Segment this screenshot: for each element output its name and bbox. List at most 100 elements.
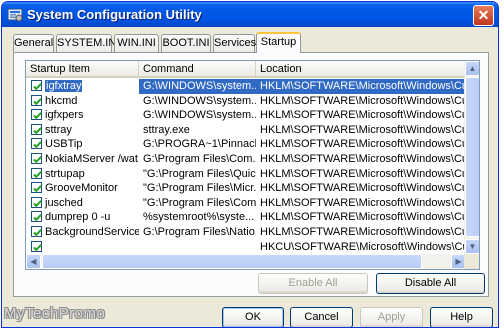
startup-item-name: strtupap [45,167,85,180]
checkmark-icon [33,97,42,105]
command-cell: "G:\Program Files\Micr... [143,182,256,195]
checkmark-icon [33,156,42,164]
checkmark-icon [33,243,42,251]
scrollbar-corner [464,254,479,269]
command-cell [139,240,256,255]
startup-item-checkbox[interactable] [31,182,42,194]
tab-startup[interactable]: Startup [256,32,301,53]
close-button[interactable]: ✕ [473,5,494,26]
scroll-up-button[interactable]: ▲ [465,61,479,76]
watermark: MyTechPromo [4,305,106,322]
tab-general[interactable]: General [13,34,54,52]
checkmark-icon [33,83,42,91]
tab-boot-ini[interactable]: BOOT.INI [161,34,211,52]
vertical-scroll-thumb[interactable] [465,77,479,237]
location-cell: HKLM\SOFTWARE\Microsoft\Windows\CurrentV… [260,182,466,195]
startup-item-cell: strtupap [26,167,139,182]
location-cell: HKCU\SOFTWARE\Microsoft\Windows\CurrentV… [260,240,466,253]
startup-item-checkbox[interactable] [31,138,42,150]
table-row[interactable]: GrooveMonitor "G:\Program Files\Micr... HK… [26,181,466,196]
startup-item-cell: dumprep 0 -u [26,210,139,225]
command-cell: sttray.exe [143,123,190,136]
location-cell: HKLM\SOFTWARE\Microsoft\Windows\CurrentV… [260,225,466,238]
location-cell: HKLM\SOFTWARE\Microsoft\Windows\CurrentV… [260,152,466,165]
startup-panel: Startup Item Command Location igfxtray G:… [13,52,489,297]
table-row[interactable]: NokiaMServer /wat... G:\Program Files\Com… [26,152,466,167]
startup-item-cell: igfxtray [26,79,139,94]
table-row[interactable]: strtupap "G:\Program Files\Quic... HKLM\SO… [26,167,466,182]
startup-item-name: USBTip [45,138,83,151]
command-cell: G:\WINDOWS\system... [139,79,256,94]
help-button[interactable]: Help [430,307,493,327]
cancel-button[interactable]: Cancel [290,307,353,327]
startup-item-checkbox[interactable] [31,240,42,252]
vertical-scrollbar[interactable]: ▲ ▼ [464,61,479,254]
startup-item-cell: jusched [26,196,139,211]
table-row[interactable]: sttray sttray.exe HKLM\SOFTWARE\Microsoft\… [26,123,466,138]
startup-item-name: jusched [45,196,83,209]
column-header-startup-item[interactable]: Startup Item [26,61,139,77]
startup-item-name: igfxtray [45,80,83,92]
startup-item-checkbox[interactable] [31,94,42,106]
enable-all-button[interactable]: Enable All [258,273,368,294]
startup-item-checkbox[interactable] [31,152,42,164]
table-row[interactable]: BackgroundService G:\Program Files\Natio.… [26,225,466,240]
column-header-command[interactable]: Command [139,61,256,77]
table-row[interactable]: USBTip G:\PROGRA~1\Pinnacl... HKLM\SOFTWAR… [26,137,466,152]
startup-item-name: sttray [45,123,72,136]
table-row[interactable]: jusched "G:\Program Files\Com... HKLM\SOFT… [26,196,466,211]
startup-item-cell: NokiaMServer /wat... [26,152,139,167]
checkmark-icon [33,126,42,135]
list-rows: igfxtray G:\WINDOWS\system... HKLM\SOFTWAR… [26,79,466,254]
startup-item-cell: hkcmd [26,94,139,109]
startup-item-checkbox[interactable] [31,80,42,91]
startup-item-cell [26,240,139,255]
command-cell: G:\Program Files\Com... [143,152,256,165]
table-row[interactable]: HKCU\SOFTWARE\Microsoft\Windows\CurrentV… [26,240,466,255]
location-cell: HKLM\SOFTWARE\Microsoft\Windows\CurrentV… [260,196,466,209]
command-cell: "G:\Program Files\Com... [143,196,256,209]
horizontal-scroll-thumb[interactable] [42,254,422,269]
list-header: Startup Item Command Location [26,61,479,78]
startup-item-cell: sttray [26,123,139,138]
scroll-down-button[interactable]: ▼ [465,239,479,254]
window-title: System Configuration Utility [27,7,202,22]
location-cell: HKLM\SOFTWARE\Microsoft\Windows\CurrentV… [260,211,466,224]
location-cell: HKLM\SOFTWARE\Microsoft\Windows\CurrentV… [260,109,466,122]
column-header-location[interactable]: Location [256,61,466,77]
scroll-left-button[interactable]: ◀ [26,254,41,269]
checkmark-icon [33,214,42,222]
table-row[interactable]: dumprep 0 -u %systemroot%\syste... HKLM\SO… [26,210,466,225]
startup-item-cell: igfxpers [26,108,139,123]
startup-item-checkbox[interactable] [31,109,42,121]
command-cell: "G:\Program Files\Quic... [143,167,256,180]
command-cell: G:\WINDOWS\system... [143,109,256,122]
tab-system-ini[interactable]: SYSTEM.INI [56,34,119,52]
table-row[interactable]: igfxpers G:\WINDOWS\system... HKLM\SOFTWAR… [26,108,466,123]
startup-item-name: hkcmd [45,94,78,107]
table-row[interactable]: igfxtray G:\WINDOWS\system... HKLM\SOFTWAR… [26,79,466,94]
startup-list[interactable]: Startup Item Command Location igfxtray G:… [25,60,480,270]
startup-item-checkbox[interactable] [31,211,42,223]
table-row[interactable]: hkcmd G:\WINDOWS\system... HKLM\SOFTWARE\M… [26,94,466,109]
ok-button[interactable]: OK [222,307,284,327]
apply-button[interactable]: Apply [360,307,423,327]
disable-all-button[interactable]: Disable All [376,273,485,294]
title-bar[interactable]: System Configuration Utility ✕ [2,2,498,27]
command-cell: %systemroot%\syste... [143,211,255,224]
horizontal-scrollbar[interactable]: ◀ ▶ [26,254,466,269]
location-cell: HKLM\SOFTWARE\Microsoft\Windows\CurrentV… [260,123,466,136]
tab-win-ini[interactable]: WIN.INI [114,34,159,52]
startup-item-name: dumprep 0 -u [45,211,111,224]
tab-services[interactable]: Services [213,34,256,52]
command-cell: G:\Program Files\Natio... [143,225,256,238]
checkmark-icon [33,170,42,178]
command-cell: G:\WINDOWS\system... [143,94,256,107]
startup-item-cell: GrooveMonitor [26,181,139,196]
startup-item-checkbox[interactable] [31,123,42,135]
startup-item-checkbox[interactable] [31,225,42,237]
location-cell: HKLM\SOFTWARE\Microsoft\Windows\CurrentV… [256,79,466,94]
checkmark-icon [33,229,42,237]
startup-item-checkbox[interactable] [31,196,42,208]
startup-item-checkbox[interactable] [31,167,42,179]
